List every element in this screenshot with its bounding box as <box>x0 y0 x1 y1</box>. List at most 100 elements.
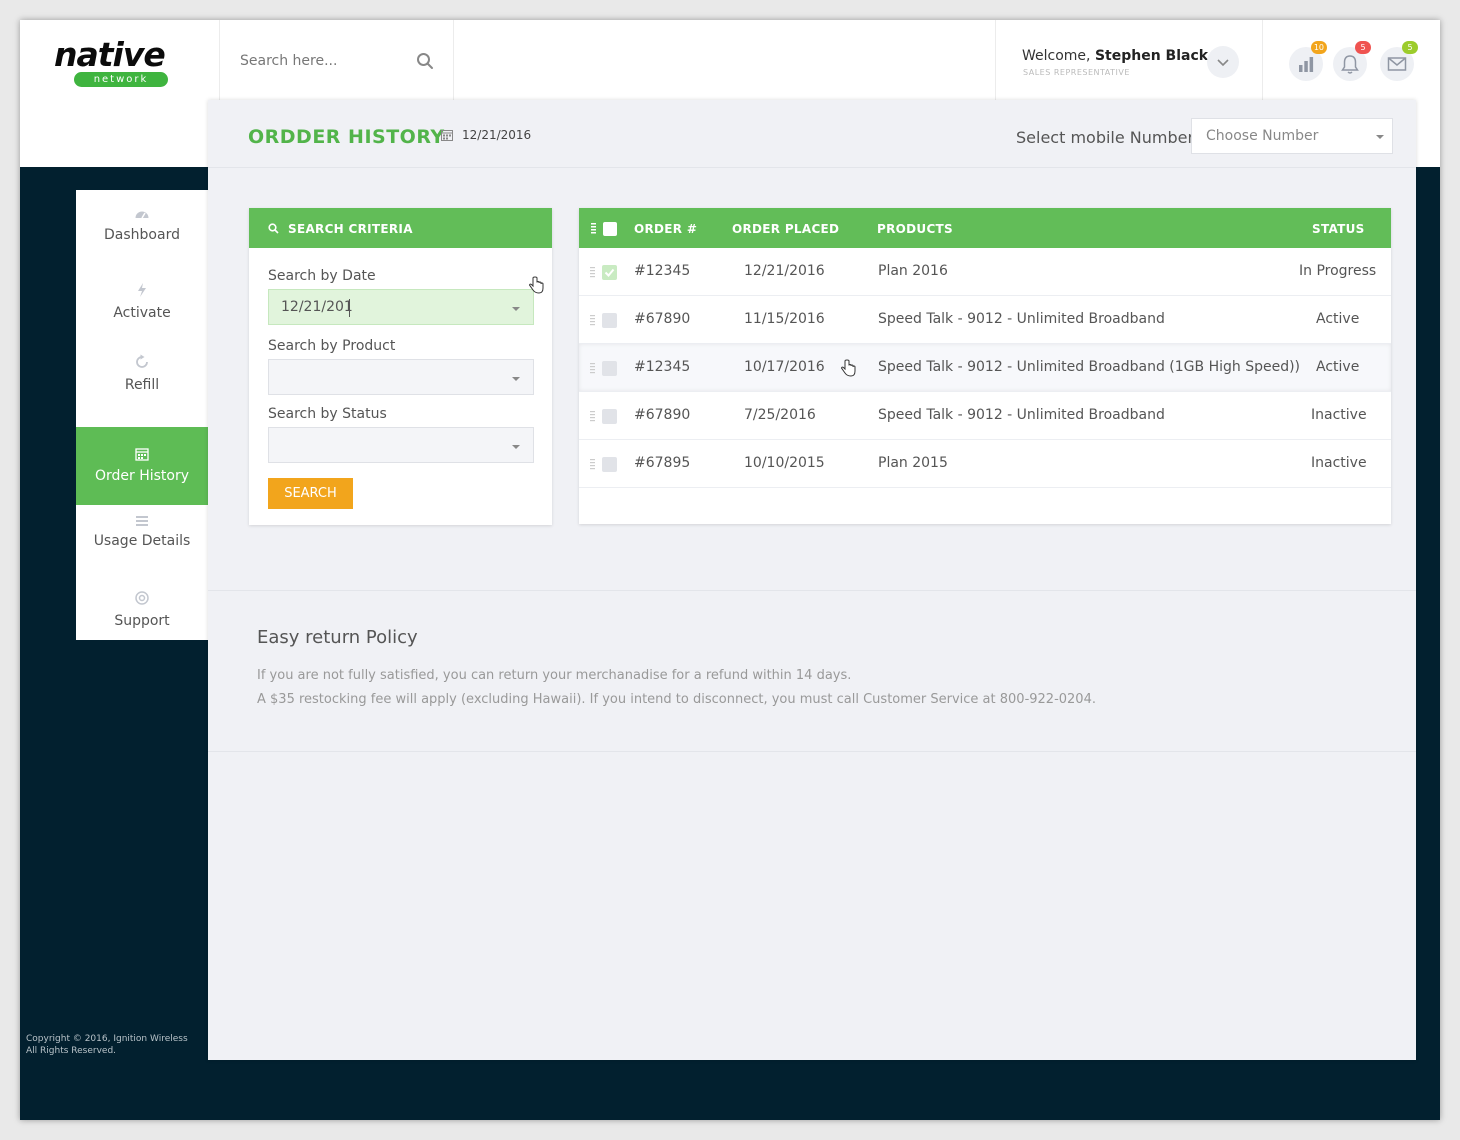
table-row[interactable]: #12345 10/17/2016 Speed Talk - 9012 - Un… <box>579 344 1391 392</box>
stats-button[interactable]: 10 <box>1289 41 1327 81</box>
order-product: Speed Talk - 9012 - Unlimited Broadband <box>878 407 1165 423</box>
drag-handle-icon[interactable] <box>590 362 595 374</box>
sidebar-item-order-history[interactable]: Order History <box>76 427 216 505</box>
mobile-number-placeholder: Choose Number <box>1206 128 1319 144</box>
order-placed: 11/15/2016 <box>744 311 825 327</box>
row-checkbox[interactable] <box>602 313 617 328</box>
column-header-status[interactable]: STATUS <box>1312 222 1365 236</box>
row-checkbox[interactable] <box>602 361 617 376</box>
order-number[interactable]: #67890 <box>634 311 690 327</box>
user-dropdown-button[interactable] <box>1207 46 1239 78</box>
copyright-line: All Rights Reserved. <box>26 1046 117 1056</box>
date-filter-input[interactable]: 12/21/201 <box>268 289 534 325</box>
order-number[interactable]: #12345 <box>634 263 690 279</box>
policy-title: Easy return Policy <box>257 627 418 648</box>
messages-button[interactable]: 5 <box>1380 41 1418 81</box>
search-criteria-panel: SEARCH CRITERIA Search by Date 12/21/201… <box>249 208 552 525</box>
calendar-icon <box>135 448 149 461</box>
orders-table: ORDER # ORDER PLACED PRODUCTS STATUS #12… <box>579 208 1391 524</box>
hand-cursor-icon <box>840 359 856 377</box>
return-policy: Easy return Policy If you are not fully … <box>208 590 1416 752</box>
calendar-icon <box>441 130 453 141</box>
user-name: Stephen Black <box>1094 48 1209 64</box>
table-row[interactable]: #67895 10/10/2015 Plan 2015 Inactive <box>579 440 1391 488</box>
sidebar-item-activate[interactable]: Activate <box>76 268 208 346</box>
caret-down-icon <box>512 445 520 449</box>
caret-down-icon <box>512 307 520 311</box>
notifications-button[interactable]: 5 <box>1333 41 1371 81</box>
sidebar-item-label: Dashboard <box>104 227 180 243</box>
drag-handle-icon[interactable] <box>590 410 595 422</box>
sidebar-nav: Dashboard Activate Refill Order History <box>76 190 216 640</box>
notifications-badge: 5 <box>1355 41 1371 54</box>
sidebar-item-usage-details[interactable]: Usage Details <box>76 505 208 583</box>
table-row[interactable]: #67890 7/25/2016 Speed Talk - 9012 - Unl… <box>579 392 1391 440</box>
search-button[interactable]: SEARCH <box>268 478 353 509</box>
order-product: Plan 2016 <box>878 263 948 279</box>
list-icon <box>136 516 148 526</box>
gauge-icon <box>135 211 149 219</box>
date-filter-value: 12/21/201 <box>281 299 353 315</box>
order-placed: 12/21/2016 <box>744 263 825 279</box>
date-filter-label: Search by Date <box>268 268 376 284</box>
drag-handle-icon[interactable] <box>590 314 595 326</box>
mobile-number-select[interactable]: Choose Number <box>1191 118 1393 154</box>
search-criteria-title: SEARCH CRITERIA <box>288 222 413 236</box>
sidebar-item-label: Refill <box>124 377 160 393</box>
order-status: Active <box>1316 311 1360 327</box>
sidebar-item-support[interactable]: Support <box>76 580 208 658</box>
drag-handle-icon[interactable] <box>590 458 595 470</box>
product-filter-label: Search by Product <box>268 338 396 354</box>
caret-down-icon <box>1376 135 1384 139</box>
sidebar-item-dashboard[interactable]: Dashboard <box>76 190 208 268</box>
row-checkbox[interactable] <box>602 409 617 424</box>
order-placed: 7/25/2016 <box>744 407 816 423</box>
sidebar-item-refill[interactable]: Refill <box>76 346 208 424</box>
sidebar-item-label: Order History <box>94 468 190 484</box>
page-date: 12/21/2016 <box>462 128 532 142</box>
table-row[interactable]: #67890 11/15/2016 Speed Talk - 9012 - Un… <box>579 296 1391 344</box>
user-role: SALES REPRESENTATIVE <box>1023 68 1130 77</box>
chevron-down-icon <box>1217 59 1229 67</box>
product-filter-select[interactable] <box>268 359 534 395</box>
status-filter-select[interactable] <box>268 427 534 463</box>
order-product: Plan 2015 <box>878 455 948 471</box>
sidebar-item-label: Activate <box>113 305 171 321</box>
order-number[interactable]: #67895 <box>634 455 690 471</box>
header-search <box>220 20 454 100</box>
policy-line: If you are not fully satisfied, you can … <box>257 668 852 683</box>
copyright: Copyright © 2016, Ignition Wireless All … <box>26 1033 188 1057</box>
select-all-checkbox[interactable] <box>603 222 617 236</box>
row-checkbox[interactable] <box>602 265 617 280</box>
search-criteria-header: SEARCH CRITERIA <box>249 208 552 248</box>
stats-badge: 10 <box>1310 41 1327 54</box>
refresh-icon <box>136 354 148 368</box>
search-input[interactable] <box>240 48 410 74</box>
order-status: In Progress <box>1299 263 1377 279</box>
status-filter-label: Search by Status <box>268 406 387 422</box>
row-checkbox[interactable] <box>602 457 617 472</box>
app-frame: native network Welcome, Stephen Black SA… <box>20 20 1440 1120</box>
copyright-line: Copyright © 2016, Ignition Wireless <box>26 1034 188 1044</box>
sidebar-item-label: Support <box>114 613 170 629</box>
logo-text: native <box>54 35 166 74</box>
page-title: ORDDER HISTORY <box>248 126 445 148</box>
table-row[interactable]: #12345 12/21/2016 Plan 2016 In Progress <box>579 248 1391 296</box>
mobile-number-label: Select mobile Number <box>1016 128 1195 147</box>
orders-table-header: ORDER # ORDER PLACED PRODUCTS STATUS <box>579 208 1391 248</box>
check-icon <box>604 268 615 277</box>
order-number[interactable]: #12345 <box>634 359 690 375</box>
drag-handle-icon[interactable] <box>590 266 595 278</box>
search-icon[interactable] <box>416 52 434 70</box>
bolt-icon <box>138 283 146 297</box>
order-placed: 10/10/2015 <box>744 455 825 471</box>
order-status: Inactive <box>1311 455 1367 471</box>
column-header-order[interactable]: ORDER # <box>634 222 697 236</box>
search-icon <box>268 223 279 234</box>
column-header-products[interactable]: PRODUCTS <box>877 222 953 236</box>
brand-logo[interactable]: native network <box>20 20 220 100</box>
order-number[interactable]: #67890 <box>634 407 690 423</box>
column-header-placed[interactable]: ORDER PLACED <box>732 222 839 236</box>
hand-cursor-icon <box>528 276 544 294</box>
welcome-prefix: Welcome, <box>1022 48 1091 64</box>
